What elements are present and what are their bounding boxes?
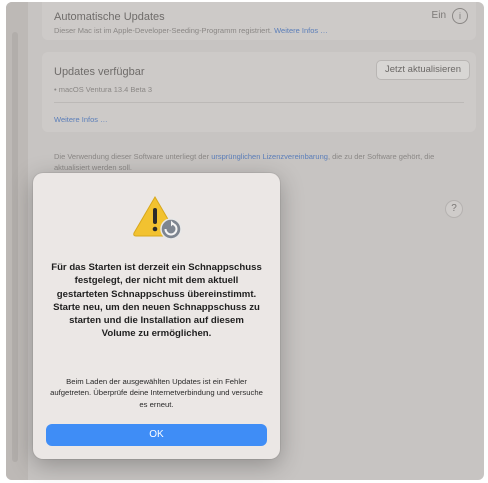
row-divider <box>54 102 464 103</box>
updates-more-link[interactable]: Weitere Infos … <box>54 115 108 124</box>
sidebar-edge <box>6 2 28 480</box>
update-item: • macOS Ventura 13.4 Beta 3 <box>54 85 153 94</box>
updates-available-row: Updates verfügbar Jetzt aktualisieren • … <box>42 52 476 132</box>
help-button[interactable]: ? <box>445 200 463 218</box>
license-link[interactable]: ursprünglichen Lizenzvereinbarung <box>211 152 328 161</box>
sidebar-scrollbar[interactable] <box>12 32 18 462</box>
automatic-updates-value: Ein <box>431 10 446 21</box>
automatic-updates-subtitle: Dieser Mac ist im Apple-Developer-Seedin… <box>54 26 328 35</box>
dialog-message: Beim Laden der ausgewählten Updates ist … <box>50 377 263 409</box>
automatic-updates-title: Automatische Updates <box>54 11 165 23</box>
dialog-title: Für das Starten ist derzeit ein Schnapps… <box>51 262 262 340</box>
updates-available-title: Updates verfügbar <box>54 66 145 78</box>
automatic-updates-more-link[interactable]: Weitere Infos … <box>274 26 328 35</box>
license-text-before: Die Verwendung dieser Software unterlieg… <box>54 152 212 161</box>
license-text: Die Verwendung dieser Software unterlieg… <box>54 151 468 173</box>
alert-dialog: Für das Starten ist derzeit ein Schnapps… <box>33 173 280 459</box>
update-now-button[interactable]: Jetzt aktualisieren <box>375 60 470 80</box>
warning-icon <box>133 196 182 240</box>
seeding-program-text: Dieser Mac ist im Apple-Developer-Seedin… <box>54 26 272 35</box>
automatic-updates-row[interactable]: Automatische Updates Dieser Mac ist im A… <box>42 2 476 40</box>
info-icon[interactable]: i <box>452 8 468 24</box>
ok-button[interactable]: OK <box>46 424 267 446</box>
